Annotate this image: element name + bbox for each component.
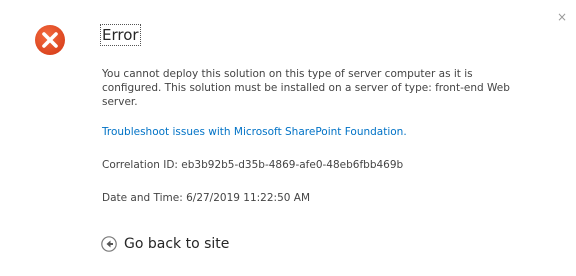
dialog-title: Error [100, 24, 141, 46]
error-icon [35, 25, 65, 55]
date-time: Date and Time: 6/27/2019 11:22:50 AM [102, 192, 311, 204]
go-back-label: Go back to site [124, 236, 230, 252]
go-back-link[interactable]: Go back to site [101, 234, 229, 254]
troubleshoot-link[interactable]: Troubleshoot issues with Microsoft Share… [102, 125, 407, 139]
close-icon[interactable]: × [556, 10, 568, 24]
correlation-id: Correlation ID: eb3b92b5-d35b-4869-afe0-… [102, 159, 404, 171]
error-message: You cannot deploy this solution on this … [102, 68, 510, 108]
back-arrow-icon [101, 236, 117, 252]
